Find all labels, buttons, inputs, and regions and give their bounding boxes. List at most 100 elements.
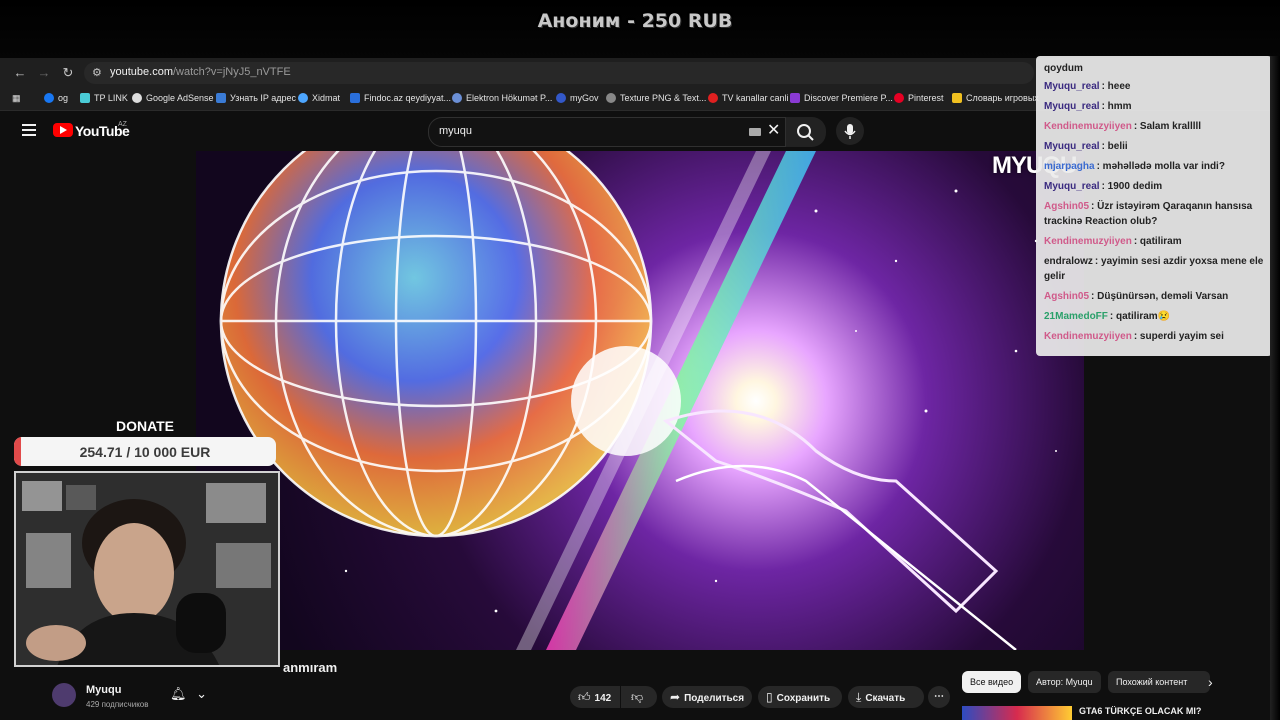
chat-message: Kendinemuzyiiyen: Salam kralllll [1044, 119, 1266, 134]
notification-bell-button[interactable]: 🔔︎ ⌄ [170, 686, 216, 706]
menu-icon[interactable] [22, 124, 36, 136]
apps-grid-icon[interactable]: ▦ [12, 93, 21, 104]
thumbs-up-icon: 👍︎ [578, 690, 591, 704]
forward-arrow-icon[interactable]: → [36, 65, 52, 81]
bookmark-findoc[interactable]: Findoc.az qeydiyyat... [350, 93, 451, 103]
reload-icon[interactable]: ↻ [60, 65, 76, 81]
chat-username: Kendinemuzyiiyen [1044, 331, 1132, 342]
download-button[interactable]: ⤓ Скачать [848, 686, 924, 708]
recommended-thumbnail[interactable] [962, 706, 1072, 720]
chat-text: : qatiliram😢 [1109, 311, 1171, 322]
bookmark-egov[interactable]: Elektron Hökumət P... [452, 93, 552, 103]
chat-username: Agshin05 [1044, 291, 1090, 302]
site-info-icon[interactable]: ⚙ [92, 66, 106, 80]
chat-text: : hmm [1101, 101, 1132, 112]
chat-message: mjarpagha: məhəllədə molla var indi? [1044, 159, 1266, 174]
chat-message: Myuqu_real: heee [1044, 79, 1266, 94]
bookmark-dictionary[interactable]: Словарь игровых [952, 93, 1039, 103]
chat-message: Myuqu_real: hmm [1044, 99, 1266, 114]
share-button[interactable]: ➦ Поделиться [662, 686, 752, 708]
bookmark-texture[interactable]: Texture PNG & Text... [606, 93, 706, 103]
microphone-icon [844, 124, 856, 139]
subscriber-count: 429 подписчиков [86, 700, 149, 709]
chat-text: : superdi yayim sei [1133, 331, 1224, 342]
keyboard-icon[interactable] [749, 128, 761, 136]
chat-username: Kendinemuzyiiyen [1044, 121, 1132, 132]
search-input[interactable]: myuqu ✕ [428, 117, 786, 147]
chat-username: qoydum [1044, 63, 1083, 74]
chat-username: Agshin05 [1044, 201, 1090, 212]
bookmark-ip[interactable]: Узнать IP адрес [216, 93, 296, 103]
download-icon: ⤓ [856, 690, 862, 704]
video-player[interactable] [196, 151, 1084, 650]
chat-message: Agshin05: Üzr istəyirəm Qaraqanın hansıs… [1044, 199, 1266, 229]
chat-username: Myuqu_real [1044, 181, 1100, 192]
bookmark-tplink[interactable]: TP LINK [80, 93, 128, 103]
chat-username: 21MamedoFF [1044, 311, 1108, 322]
thumbs-down-icon: 👎︎ [631, 690, 644, 704]
channel-avatar[interactable] [52, 683, 76, 707]
channel-name[interactable]: Myuqu [86, 684, 121, 696]
address-bar[interactable]: ⚙ youtube.com/watch?v=jNyJ5_nVTFE [84, 62, 1034, 84]
bookmark-tv[interactable]: TV kanallar canli [708, 93, 789, 103]
chip-all-videos[interactable]: Все видео [962, 671, 1022, 693]
chat-message: endralowz: yayimin sesi azdir yoxsa mene… [1044, 254, 1266, 284]
screen-edge [1270, 56, 1280, 720]
voice-search-button[interactable] [836, 117, 864, 145]
stream-chat-panel: qoydum Myuqu_real: heee Myuqu_real: hmm Ken… [1036, 56, 1272, 356]
chat-text: : belii [1101, 141, 1128, 152]
chat-message: Kendinemuzyiiyen: superdi yayim sei [1044, 329, 1266, 344]
chat-message: Agshin05: Düşünürsən, deməli Varsan [1044, 289, 1266, 304]
chat-username: mjarpagha [1044, 161, 1095, 172]
chat-text: : Salam kralllll [1133, 121, 1202, 132]
video-artwork [219, 151, 1057, 650]
chat-text: : məhəllədə molla var indi? [1096, 161, 1225, 172]
chevron-down-icon: ⌄ [196, 686, 208, 701]
webcam-image [16, 473, 278, 665]
back-arrow-icon[interactable]: ← [12, 65, 28, 81]
save-button[interactable]: ▯ Сохранить [758, 686, 842, 708]
chat-text: : heee [1101, 81, 1131, 92]
chat-username: Kendinemuzyiiyen [1044, 236, 1132, 247]
video-title: anmıram [283, 660, 338, 675]
country-code: AZ [118, 121, 127, 128]
youtube-logo-icon[interactable] [53, 123, 73, 137]
bookmark-premiere[interactable]: Discover Premiere P... [790, 93, 893, 103]
chip-related[interactable]: Похожий контент [1108, 671, 1210, 693]
streamer-webcam [14, 471, 280, 667]
chat-username: endralowz [1044, 256, 1093, 267]
bookmark-adsense[interactable]: Google AdSense [132, 93, 214, 103]
bookmark-pinterest[interactable]: Pinterest [894, 93, 944, 103]
bookmark-mygov[interactable]: myGov [556, 93, 599, 103]
more-horizontal-icon: ⋯ [934, 691, 944, 702]
more-actions-button[interactable]: ⋯ [928, 686, 950, 708]
bookmark-facebook[interactable]: og [44, 93, 68, 103]
bell-icon: 🔔︎ [170, 686, 187, 701]
chat-text: : Düşünürsən, deməli Varsan [1091, 291, 1229, 302]
share-icon: ➦ [670, 690, 681, 704]
dislike-button[interactable]: 👎︎ [621, 686, 657, 708]
chat-message: Myuqu_real: belii [1044, 139, 1266, 154]
chat-message: Myuqu_real: 1900 dedim [1044, 179, 1266, 194]
chat-message: Kendinemuzyiiyen: qatiliram [1044, 234, 1266, 249]
search-button[interactable] [786, 117, 826, 147]
chat-username: Myuqu_real [1044, 141, 1100, 152]
like-button[interactable]: 👍︎ 142 [570, 686, 620, 708]
donation-alert-text: Аноним - 250 RUB [537, 10, 733, 32]
chat-username: Myuqu_real [1044, 101, 1100, 112]
url-text: youtube.com/watch?v=jNyJ5_nVTFE [110, 66, 291, 78]
chat-text: : qatiliram [1133, 236, 1182, 247]
chat-message: qoydum [1044, 61, 1266, 76]
bookmark-icon: ▯ [766, 690, 773, 704]
stream-top-overlay: Аноним - 250 RUB [0, 0, 1280, 58]
chat-username: Myuqu_real [1044, 81, 1100, 92]
chevron-right-icon[interactable]: › [1200, 671, 1221, 693]
chip-author[interactable]: Автор: Myuqu [1028, 671, 1101, 693]
bookmark-xidmat[interactable]: Xidmat [298, 93, 340, 103]
recommended-title[interactable]: GTA6 TÜRKÇE OLACAK MI? [1079, 706, 1201, 716]
chat-message: 21MamedoFF: qatiliram😢 [1044, 309, 1266, 324]
donate-label: DONATE [115, 418, 175, 434]
close-icon[interactable]: ✕ [767, 123, 780, 139]
donation-progress-text: 254.71 / 10 000 EUR [79, 444, 211, 460]
donation-progress-bar: 254.71 / 10 000 EUR [14, 437, 276, 466]
